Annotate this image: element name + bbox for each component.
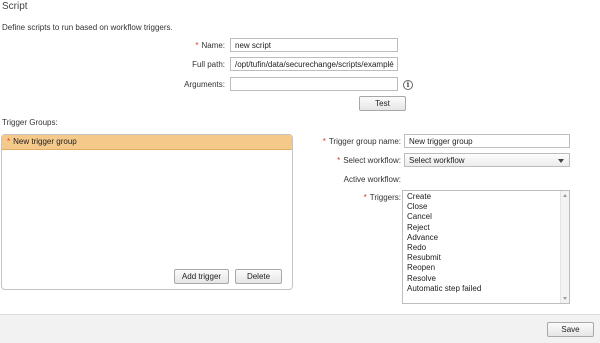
active-workflow-label: Active workflow: [343, 175, 401, 184]
scroll-up-icon[interactable] [563, 194, 567, 197]
triggers-label: * Triggers: [364, 193, 401, 202]
name-label: * Name: [195, 41, 225, 50]
arguments-input[interactable] [230, 77, 398, 91]
trigger-group-item[interactable]: * New trigger group [2, 135, 292, 150]
footer-bar: Save [0, 314, 600, 343]
trigger-item-reject[interactable]: Reject [403, 223, 569, 233]
triggers-label-text: Triggers: [369, 193, 401, 202]
required-marker: * [322, 137, 326, 146]
name-label-text: Name: [201, 41, 225, 50]
trigger-item-redo[interactable]: Redo [403, 243, 569, 253]
select-workflow-value: Select workflow [409, 156, 465, 165]
triggers-scrollbar[interactable] [560, 191, 569, 303]
info-icon[interactable]: i [403, 80, 413, 90]
trigger-group-name-input[interactable]: New trigger group [404, 134, 570, 148]
scroll-down-icon[interactable] [563, 297, 567, 300]
required-marker: * [337, 156, 341, 165]
page-title: Script [2, 1, 28, 12]
trigger-item-resubmit[interactable]: Resubmit [403, 253, 569, 263]
triggers-listbox[interactable]: Create Close Cancel Reject Advance Redo … [402, 190, 570, 304]
required-marker: * [7, 137, 11, 146]
trigger-group-item-label: New trigger group [13, 137, 77, 146]
trigger-item-reopen[interactable]: Reopen [403, 263, 569, 273]
trigger-group-name-label: * Trigger group name: [323, 137, 401, 146]
select-workflow-label-text: Select workflow: [343, 156, 401, 165]
select-workflow-dropdown[interactable]: Select workflow [404, 153, 570, 167]
chevron-down-icon [558, 159, 564, 163]
required-marker: * [363, 193, 367, 202]
trigger-item-resolve[interactable]: Resolve [403, 274, 569, 284]
full-path-label: Full path: [192, 60, 225, 69]
add-trigger-button[interactable]: Add trigger [174, 269, 229, 284]
select-workflow-label: * Select workflow: [337, 156, 401, 165]
delete-button[interactable]: Delete [235, 269, 282, 284]
trigger-group-name-label-text: Trigger group name: [328, 137, 401, 146]
required-marker: * [195, 41, 199, 50]
trigger-groups-panel: * New trigger group Add trigger Delete [1, 134, 293, 290]
full-path-input[interactable]: /opt/tufin/data/securechange/scripts/exa… [230, 57, 398, 71]
trigger-item-advance[interactable]: Advance [403, 233, 569, 243]
trigger-groups-label: Trigger Groups: [2, 118, 58, 127]
arguments-label: Arguments: [184, 80, 225, 89]
trigger-item-close[interactable]: Close [403, 202, 569, 212]
name-input[interactable]: new script [230, 38, 398, 52]
page-description: Define scripts to run based on workflow … [2, 23, 173, 32]
test-button[interactable]: Test [359, 96, 406, 111]
save-button[interactable]: Save [547, 322, 594, 337]
trigger-item-cancel[interactable]: Cancel [403, 212, 569, 222]
trigger-item-automatic-step-failed[interactable]: Automatic step failed [403, 284, 569, 294]
trigger-item-create[interactable]: Create [403, 192, 569, 202]
